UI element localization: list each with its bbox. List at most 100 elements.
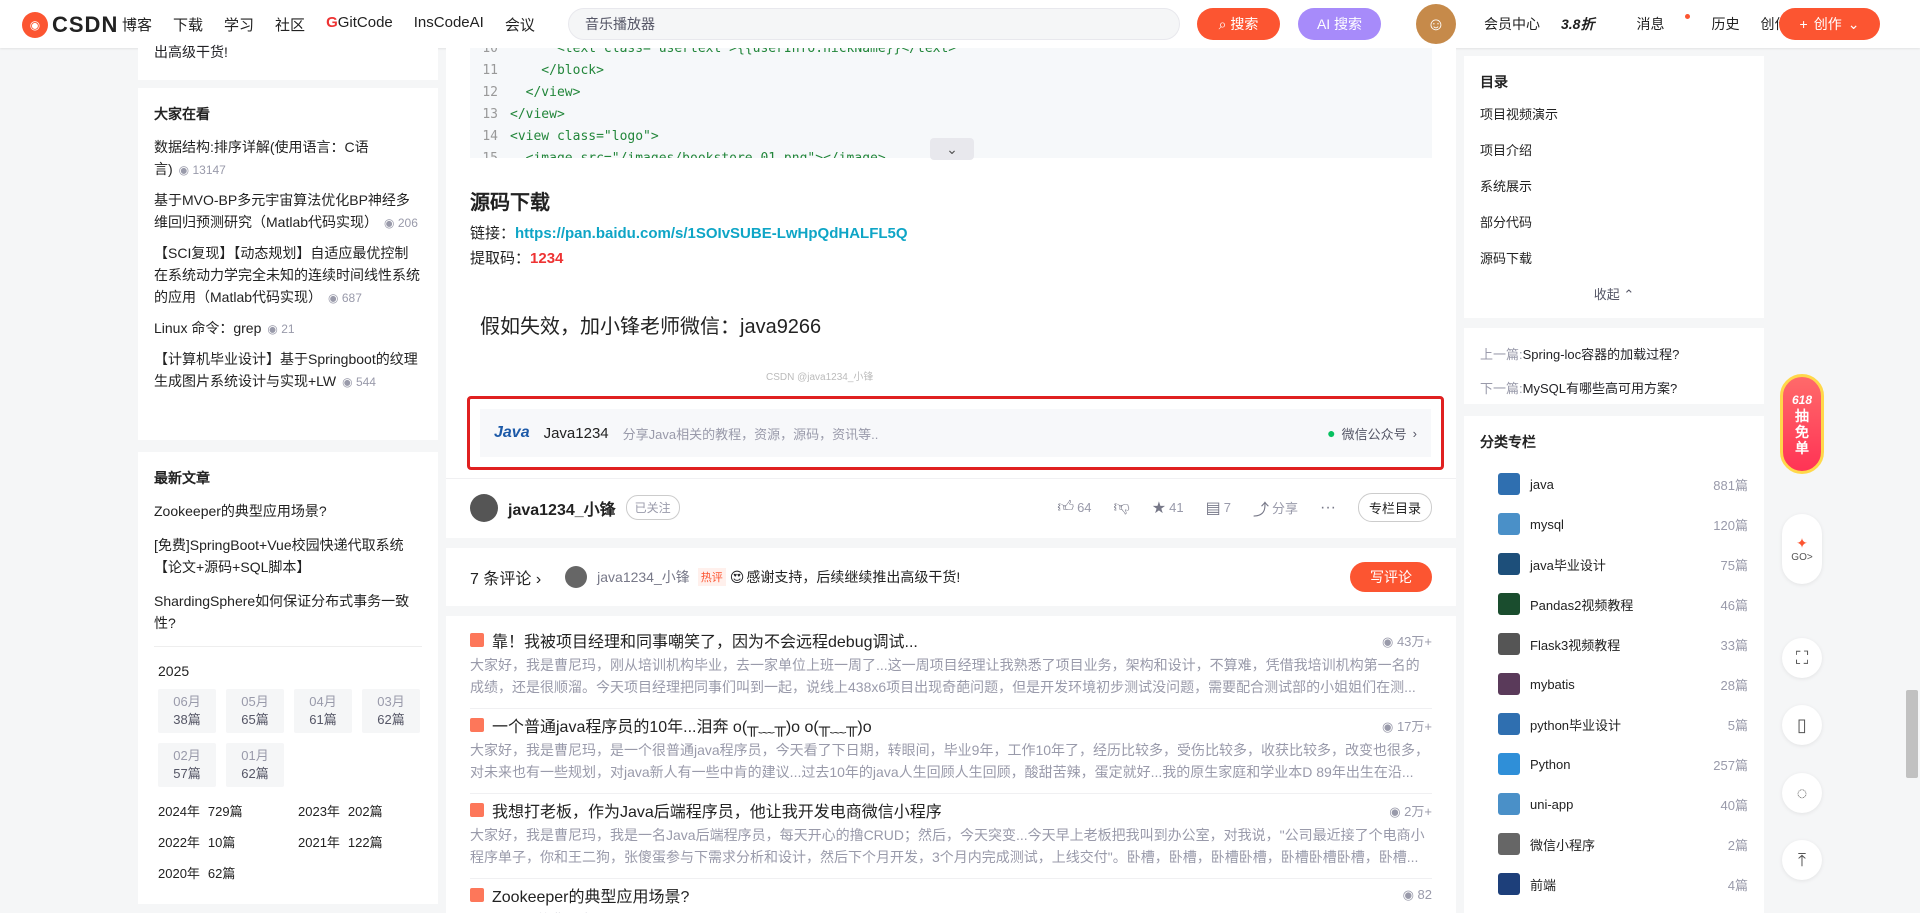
user-avatar[interactable]: ☺ xyxy=(1416,4,1456,44)
category-icon xyxy=(1498,593,1520,615)
recommend-item[interactable]: 一个普通java程序员的10年...泪奔 o(╥﹏╥)o o(╥﹏╥)o ◉ 17… xyxy=(470,713,1432,783)
feedback-button[interactable]: ◌ xyxy=(1782,773,1822,813)
write-comment-button[interactable]: 写评论 xyxy=(1350,562,1432,592)
search-button[interactable]: ⌕ 搜索 xyxy=(1197,8,1280,40)
csdn-go-button[interactable]: ✦ GO> xyxy=(1782,514,1822,584)
promo-618-badge[interactable]: 618 抽免单 xyxy=(1780,374,1824,474)
page-scrollbar[interactable] xyxy=(1906,690,1918,778)
recommend-title: 靠！我被项目经理和同事嘲笑了，因为不会远程debug调试... xyxy=(492,634,918,651)
author-name[interactable]: java1234_小锋 xyxy=(508,496,616,520)
archive-year-item[interactable]: 2024年 729篇 xyxy=(158,801,298,820)
comment-icon: ▤ xyxy=(1205,499,1221,517)
main-nav: 博客 下载 学习 社区 GGitCode InsCodeAI 会议 xyxy=(122,14,556,35)
archive-month[interactable]: 01月 62篇 xyxy=(226,743,284,787)
column-catalog-button[interactable]: 专栏目录 xyxy=(1357,493,1432,522)
hot-article-item[interactable]: 【计算机毕业设计】基于Springboot的纹理生成图片系统设计与实现+LW ◉ … xyxy=(154,348,422,393)
hot-article-item[interactable]: 基于MVO-BP多元宇宙算法优化BP神经多维回归预测研究（Matlab代码实现）… xyxy=(154,189,422,234)
next-article-link[interactable]: 下一篇:MySQL有哪些高可用方案? xyxy=(1480,372,1748,406)
latest-article-item[interactable]: [免费]SpringBoot+Vue校园快递代取系统【论文+源码+SQL脚本】 xyxy=(154,534,422,578)
archive-month[interactable]: 02月 57篇 xyxy=(158,743,216,787)
author-bar: java1234_小锋 已关注 👍︎ 64 👎︎ ★ 41 ▤ 7 ⤴ 分享 ··· 专… xyxy=(446,478,1456,536)
more-button[interactable]: ··· xyxy=(1320,499,1336,517)
wechat-account-card[interactable]: Java Java1234 分享Java相关的教程，资源，源码，资讯等.. ● … xyxy=(467,396,1444,470)
expand-code-button[interactable]: ⌄ xyxy=(930,138,974,160)
nav-item-blog[interactable]: 博客 xyxy=(122,14,152,35)
recommend-item[interactable]: 我想打老板，作为Java后端程序员，他让我开发电商微信小程序 ◉ 2万+ 大家好，我… xyxy=(470,798,1432,868)
messages-link[interactable]: 消息 xyxy=(1636,14,1691,34)
year-count: 729篇 xyxy=(207,804,243,819)
latest-article-item[interactable]: Zookeeper的典型应用场景? xyxy=(154,500,422,522)
category-item[interactable]: 前端 4篇 xyxy=(1480,864,1748,904)
code-line: 12 </view> xyxy=(470,82,1432,104)
archive-month[interactable]: 05月 65篇 xyxy=(226,689,284,733)
nav-item-gitcode[interactable]: GGitCode xyxy=(326,14,393,35)
csdn-logo[interactable]: ◉ CSDN xyxy=(22,12,118,38)
archive-year-item[interactable]: 2021年 122篇 xyxy=(298,832,438,851)
nav-item-meeting[interactable]: 会议 xyxy=(505,14,535,35)
code-text: <image src="/images/bookstore_01.png"></… xyxy=(510,148,886,158)
like-button[interactable]: 👍︎ 64 xyxy=(1057,498,1091,517)
download-link[interactable]: https://pan.baidu.com/s/1SOIvSUBE-LwHpQd… xyxy=(515,225,908,242)
category-item[interactable]: Pandas2视频教程 46篇 xyxy=(1480,584,1748,624)
toc-collapse-button[interactable]: 收起 ⌃ xyxy=(1480,284,1748,303)
favorite-button[interactable]: ★ 41 xyxy=(1152,498,1184,518)
toc-item[interactable]: 源码下载 xyxy=(1480,248,1748,267)
category-item[interactable]: Python 257篇 xyxy=(1480,744,1748,784)
toc-item[interactable]: 系统展示 xyxy=(1480,176,1748,195)
hot-article-item[interactable]: Linux 命令：grep ◉ 21 xyxy=(154,317,422,340)
category-item[interactable]: java毕业设计 75篇 xyxy=(1480,544,1748,584)
prev-article-link[interactable]: 上一篇:Spring-loc容器的加载过程? xyxy=(1480,338,1748,372)
archive-month[interactable]: 06月 38篇 xyxy=(158,689,216,733)
toc-item[interactable]: 项目介绍 xyxy=(1480,140,1748,159)
category-count: 40篇 xyxy=(1720,797,1748,813)
category-name: java xyxy=(1530,476,1554,492)
latest-article-item[interactable]: ShardingSphere如何保证分布式事务一致性? xyxy=(154,590,422,634)
mobile-view-button[interactable]: ▯ xyxy=(1782,705,1822,745)
hot-article-item[interactable]: 数据结构:排序详解(使用语言：C语言) ◉ 13147 xyxy=(154,136,422,181)
search-input[interactable]: 音乐播放器 xyxy=(568,8,1180,40)
back-to-top-button[interactable]: ⤒ xyxy=(1782,840,1822,880)
categories-title: 分类专栏 xyxy=(1480,434,1536,450)
author-avatar[interactable] xyxy=(470,493,498,522)
thumbs-up-icon: 👍︎ xyxy=(1057,499,1075,516)
download-link-line: 链接：https://pan.baidu.com/s/1SOIvSUBE-LwH… xyxy=(470,222,908,243)
archive-year-item[interactable]: 2020年 62篇 xyxy=(158,863,298,882)
create-button[interactable]: + 创作 ⌄ xyxy=(1779,8,1880,40)
archive-year-item[interactable]: 2022年 10篇 xyxy=(158,832,298,851)
archive-month[interactable]: 04月 61篇 xyxy=(294,689,352,733)
category-item[interactable]: Flask3视频教程 33篇 xyxy=(1480,624,1748,664)
share-button[interactable]: ⤴ 分享 xyxy=(1253,496,1298,520)
recommend-item[interactable]: 靠！我被项目经理和同事嘲笑了，因为不会远程debug调试... ◉ 43万+ 大家好… xyxy=(470,628,1432,698)
category-item[interactable]: uni-app 40篇 xyxy=(1480,784,1748,824)
category-item[interactable]: mybatis 28篇 xyxy=(1480,664,1748,704)
expand-icon: ⛶ xyxy=(1795,647,1809,668)
dislike-button[interactable]: 👎︎ xyxy=(1114,498,1130,517)
wechat-account-link[interactable]: ● 微信公众号 › xyxy=(1327,424,1417,443)
vip-center-link[interactable]: 会员中心 3.8折 xyxy=(1484,14,1615,34)
category-item[interactable]: 微信小程序 2篇 xyxy=(1480,824,1748,864)
nav-item-inscodeai[interactable]: InsCodeAI xyxy=(414,14,484,35)
archive-year-item[interactable]: 2023年 202篇 xyxy=(298,801,438,820)
toc-item[interactable]: 项目视频演示 xyxy=(1480,104,1748,123)
category-item[interactable]: java 881篇 xyxy=(1480,464,1748,504)
wechat-icon: ● xyxy=(1327,425,1336,441)
nav-item-download[interactable]: 下载 xyxy=(173,14,203,35)
nav-item-community[interactable]: 社区 xyxy=(275,14,305,35)
ai-search-button[interactable]: AI 搜索 xyxy=(1298,8,1381,40)
promo-text: 抽 xyxy=(1795,408,1809,424)
comment-button[interactable]: ▤ 7 xyxy=(1206,498,1231,518)
category-item[interactable]: mysql 120篇 xyxy=(1480,504,1748,544)
category-item[interactable]: python毕业设计 5篇 xyxy=(1480,704,1748,744)
toc-item[interactable]: 部分代码 xyxy=(1480,212,1748,231)
hot-article-item[interactable]: 【SCI复现】【动态规划】自适应最优控制在系统动力学完全未知的连续时间线性系统的… xyxy=(154,242,422,309)
latest-articles-list: Zookeeper的典型应用场景? [免费]SpringBoot+Vue校园快递代… xyxy=(154,500,422,634)
hot-articles-card: 大家在看 数据结构:排序详解(使用语言：C语言) ◉ 13147 基于MVO-BP多… xyxy=(138,88,438,440)
comment-count-link[interactable]: 7 条评论 › xyxy=(470,565,541,589)
history-link[interactable]: 历史 xyxy=(1711,14,1739,34)
nav-item-learn[interactable]: 学习 xyxy=(224,14,254,35)
recommend-item[interactable]: Zookeeper的典型应用场景? ◉ 82 Zookeeper的典型应用场景? xyxy=(470,883,1432,913)
category-icon xyxy=(1498,473,1520,495)
fullscreen-button[interactable]: ⛶ xyxy=(1782,638,1822,678)
archive-month[interactable]: 03月 62篇 xyxy=(362,689,420,733)
follow-button[interactable]: 已关注 xyxy=(625,495,680,520)
